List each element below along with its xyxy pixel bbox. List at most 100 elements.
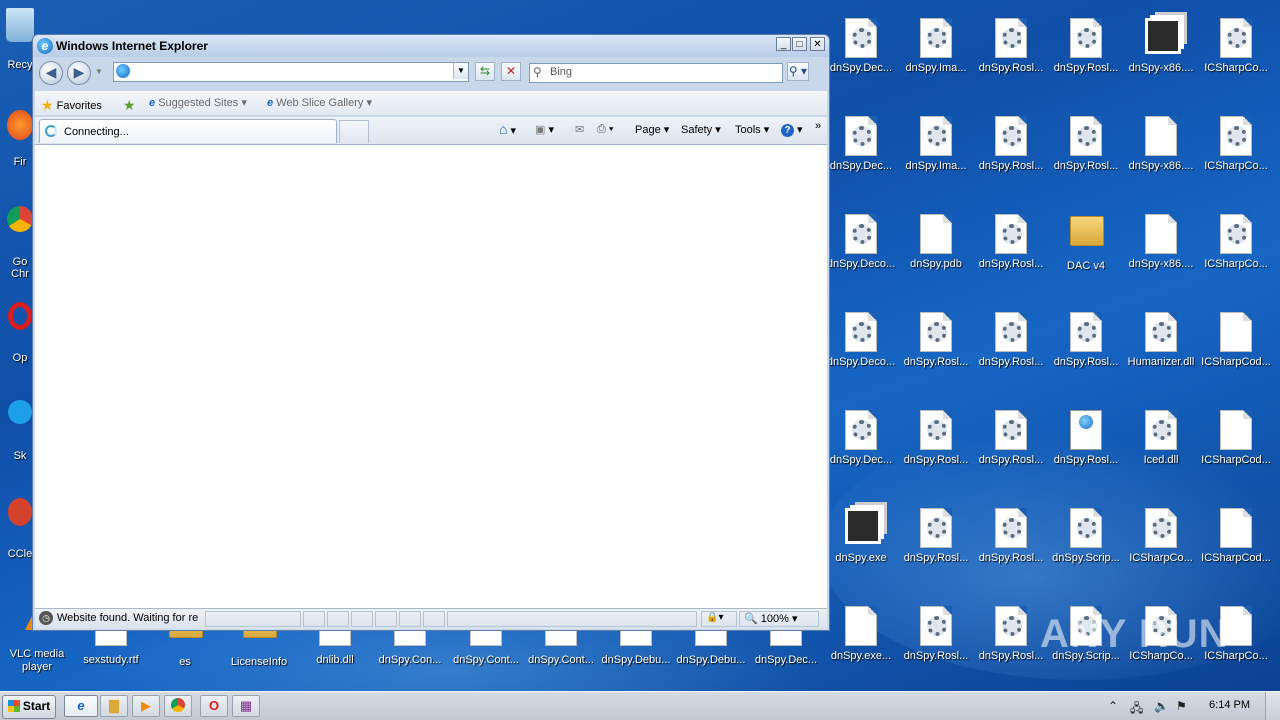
desktop-icon-file[interactable]: dnSpy.Dec... [824, 404, 898, 496]
forward-button[interactable]: ▶ [67, 61, 91, 85]
show-desktop-button[interactable] [1265, 692, 1280, 720]
address-dropdown-button[interactable]: ▼ [453, 63, 468, 79]
stop-button[interactable]: ✕ [501, 62, 521, 81]
search-input[interactable]: Bing [550, 66, 572, 78]
back-button[interactable]: ◀ [39, 61, 63, 85]
show-hidden-icons-button[interactable]: ⌃ [1108, 699, 1118, 713]
desktop-icon-file[interactable]: dnSpy.Rosl... [974, 404, 1048, 496]
ie-window[interactable]: e Windows Internet Explorer _ □ ✕ ◀ ▶ ▼ … [32, 34, 830, 631]
volume-icon[interactable]: 🔈 [1154, 699, 1169, 713]
desktop-icon-file[interactable]: dnSpy.Dec... [824, 12, 898, 104]
desktop-icon-file[interactable]: dnSpy.Rosl... [899, 600, 973, 692]
desktop-icon-file[interactable]: dnSpy.Rosl... [1049, 404, 1123, 496]
desktop-icon-file[interactable]: dnSpy.pdb [899, 208, 973, 300]
desktop-icon-file[interactable]: dnSpy.exe... [824, 600, 898, 692]
address-bar[interactable] [113, 62, 469, 82]
title-bar[interactable]: e Windows Internet Explorer _ □ ✕ [33, 35, 829, 57]
document-icon [995, 214, 1027, 254]
desktop-icon-label: dnSpy.Dec... [829, 62, 893, 74]
read-mail-button[interactable]: ✉ [575, 123, 584, 136]
page-menu[interactable]: Page ▾ [635, 123, 669, 136]
network-icon[interactable]: 🖧 [1130, 699, 1143, 720]
desktop-icon-file[interactable]: dnSpy.Ima... [899, 12, 973, 104]
gear-icon [1227, 126, 1247, 146]
desktop-icon-file[interactable]: dnSpy.Rosl... [974, 110, 1048, 202]
search-box[interactable]: ⚲ Bing [529, 63, 783, 83]
add-to-favorites-button[interactable]: ★ [123, 96, 136, 113]
suggested-sites-link[interactable]: e Suggested Sites ▾ [149, 96, 247, 109]
desktop-icon-file[interactable]: ICSharpCod... [1199, 306, 1273, 398]
desktop-icon-file[interactable]: ICSharpCo... [1199, 208, 1273, 300]
opera-icon: O [208, 698, 220, 713]
refresh-button[interactable]: ⇆ [475, 62, 495, 81]
desktop-icon-file[interactable]: dnSpy.Rosl... [1049, 12, 1123, 104]
help-button[interactable]: ? ▾ [781, 123, 803, 137]
chevron-more-icon[interactable]: » [815, 120, 821, 132]
desktop-icon-file[interactable]: Humanizer.dll [1124, 306, 1198, 398]
desktop-icon-file[interactable]: dnSpy.Deco... [824, 306, 898, 398]
desktop-icon-file[interactable]: ICSharpCo... [1124, 502, 1198, 594]
home-button[interactable]: ⌂ ▾ [499, 121, 516, 137]
desktop-icon-file[interactable]: dnSpy.Rosl... [899, 306, 973, 398]
desktop-icon-file[interactable]: dnSpy.Ima... [899, 110, 973, 202]
action-center-flag-icon[interactable]: ⚑ [1176, 699, 1187, 713]
desktop-icon-file[interactable]: dnSpy.Deco... [824, 208, 898, 300]
taskbar-opera[interactable]: O [200, 695, 228, 717]
desktop-icon-file[interactable]: dnSpy.Rosl... [899, 404, 973, 496]
desktop-icon-file[interactable]: ICSharpCo... [1199, 12, 1273, 104]
taskbar-explorer[interactable]: ▇ [100, 695, 128, 717]
desktop-icon-file[interactable]: ICSharpCod... [1199, 502, 1273, 594]
taskbar-media-player[interactable]: ▶ [132, 695, 160, 717]
print-button[interactable]: ⎙ ▾ [597, 123, 614, 136]
start-button[interactable]: Start [2, 695, 56, 719]
tab-connecting[interactable]: Connecting... [39, 119, 337, 143]
taskbar-ie[interactable]: e [64, 695, 98, 717]
desktop-icon-file[interactable]: dnSpy-x86.... [1124, 12, 1198, 104]
desktop-icon-file[interactable]: dnSpy.Rosl... [974, 208, 1048, 300]
desktop-icon-file[interactable]: DAC v4 [1049, 208, 1123, 300]
favorites-button[interactable]: ★ Favorites [41, 96, 102, 113]
zoom-button[interactable]: 🔍 100% ▾ [739, 611, 819, 627]
desktop-icon-file[interactable]: dnSpy.Dec... [824, 110, 898, 202]
desktop-icon-file[interactable]: ICSharpCo... [1199, 110, 1273, 202]
protected-mode-button[interactable]: 🔒▾ [701, 611, 737, 627]
tools-menu[interactable]: Tools ▾ [735, 123, 769, 136]
desktop-icon-file[interactable]: dnSpy-x86.... [1124, 208, 1198, 300]
desktop-icon-file[interactable]: Iced.dll [1124, 404, 1198, 496]
close-button[interactable]: ✕ [810, 37, 825, 51]
gear-icon [1077, 322, 1097, 342]
web-slice-gallery-link[interactable]: e Web Slice Gallery ▾ [267, 96, 372, 109]
anyrun-watermark: ANY RUN [1040, 612, 1229, 656]
document-icon [920, 410, 952, 450]
desktop-icon-label: DAC v4 [1067, 260, 1105, 272]
desktop-icon-file[interactable]: ICSharpCod... [1199, 404, 1273, 496]
desktop-icon-file[interactable]: dnSpy.Rosl... [1049, 306, 1123, 398]
safety-menu[interactable]: Safety ▾ [681, 123, 721, 136]
desktop-icon-label: dnSpy.Rosl... [903, 650, 969, 662]
desktop-icon-file[interactable]: dnSpy.Rosl... [1049, 110, 1123, 202]
desktop-icon-file[interactable]: dnSpy.Rosl... [974, 600, 1048, 692]
desktop-icon-label: dnSpy-x86.... [1128, 160, 1194, 172]
desktop-icon-file[interactable]: dnSpy.Rosl... [899, 502, 973, 594]
new-tab-button[interactable] [339, 120, 369, 143]
desktop-icon-file[interactable]: dnSpy.Rosl... [974, 12, 1048, 104]
desktop-icon-file[interactable]: dnSpy-x86.... [1124, 110, 1198, 202]
search-button[interactable]: ⚲ ▾ [787, 62, 809, 81]
feeds-button[interactable]: ▣ ▾ [535, 123, 554, 136]
recent-pages-dropdown[interactable]: ▼ [95, 67, 103, 76]
taskbar-chrome[interactable] [164, 695, 192, 717]
desktop-icon-file[interactable]: dnSpy.Scrip... [1049, 502, 1123, 594]
tab-title: Connecting... [64, 126, 129, 138]
minimize-button[interactable]: _ [776, 37, 791, 51]
desktop-icon-file[interactable]: dnSpy.Rosl... [974, 306, 1048, 398]
desktop-icon-file[interactable]: dnSpy.Rosl... [974, 502, 1048, 594]
desktop-icon-file[interactable]: dnSpy.exe [824, 502, 898, 594]
taskbar-app[interactable]: ▦ [232, 695, 260, 717]
ie-page-icon: e [149, 97, 156, 109]
folder-icon [1070, 216, 1104, 246]
page-content[interactable] [35, 144, 827, 608]
desktop-icon-label: dnSpy.Dec... [829, 160, 893, 172]
maximize-button[interactable]: □ [792, 37, 807, 51]
clock[interactable]: 6:14 PM [1209, 699, 1250, 711]
star-icon: ★ [41, 97, 54, 113]
